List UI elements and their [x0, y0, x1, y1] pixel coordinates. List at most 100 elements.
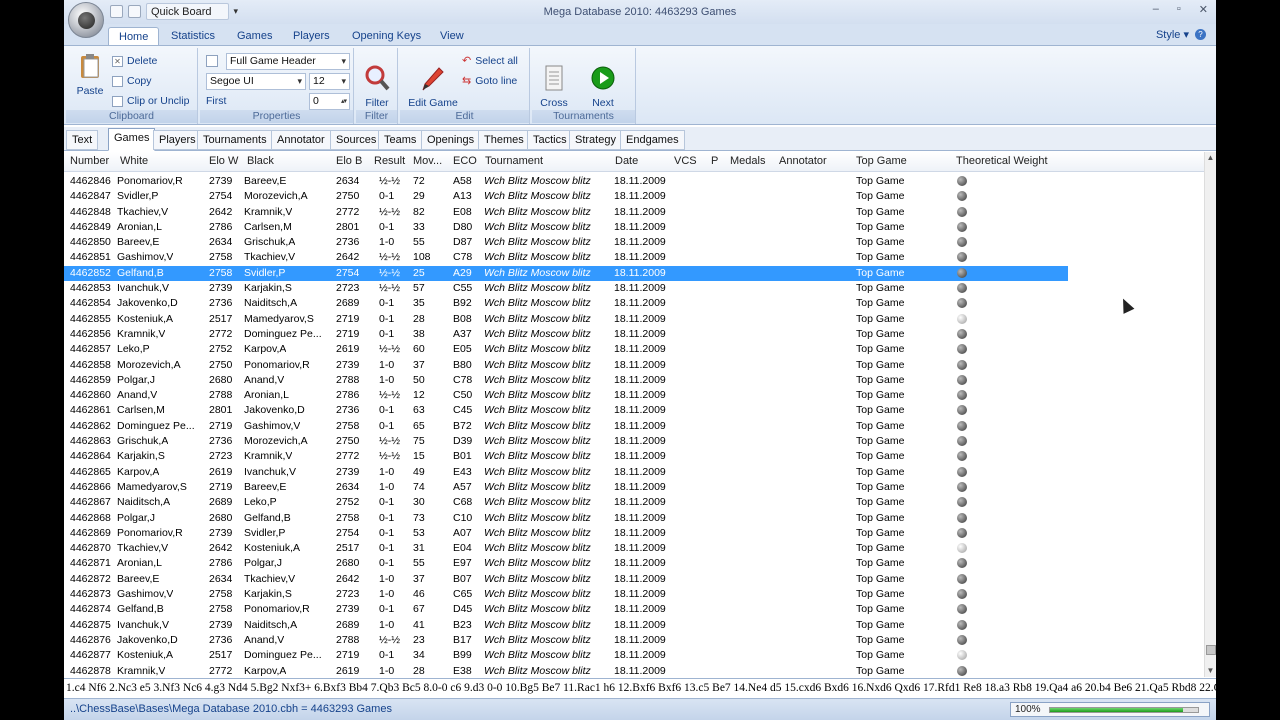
tab-sources[interactable]: Sources	[330, 130, 383, 150]
table-row[interactable]: 4462867 Naiditsch,A 2689 Leko,P 2752 0-1 30 C68…	[64, 495, 1204, 510]
col-vcs[interactable]: VCS	[674, 155, 697, 167]
table-row[interactable]: 4462851 Gashimov,V 2758 Tkachiev,V 2642 ½-½ 10…	[64, 250, 1204, 265]
col-medals[interactable]: Medals	[730, 155, 765, 167]
delete-button[interactable]: ✕ Delete	[112, 53, 157, 69]
table-row[interactable]: 4462855 Kosteniuk,A 2517 Mamedyarov,S 2719 0-…	[64, 312, 1204, 327]
col-result[interactable]: Result	[374, 155, 405, 167]
table-row[interactable]: 4462868 Polgar,J 2680 Gelfand,B 2758 0-1 73 C10…	[64, 511, 1204, 526]
table-row[interactable]: 4462850 Bareev,E 2634 Grischuk,A 2736 1-0 55 D8…	[64, 235, 1204, 250]
game-notation-bar[interactable]: 1.c4 Nf6 2.Nc3 e5 3.Nf3 Nc6 4.g3 Nd4 5.B…	[64, 678, 1216, 698]
table-row[interactable]: 4462846 Ponomariov,R 2739 Bareev,E 2634 ½-½ 72…	[64, 174, 1204, 189]
cell-top-game: Top Game	[856, 373, 905, 386]
tab-annotator[interactable]: Annotator	[271, 130, 331, 150]
cell-date: 18.11.2009	[614, 236, 666, 249]
header-combo[interactable]: Full Game Header	[226, 53, 350, 70]
tab-players[interactable]: Players	[283, 27, 340, 46]
col-tournament[interactable]: Tournament	[485, 155, 543, 167]
table-row[interactable]: 4462847 Svidler,P 2754 Morozevich,A 2750 0-1 2…	[64, 189, 1204, 204]
table-row[interactable]: 4462857 Leko,P 2752 Karpov,A 2619 ½-½ 60 E05 Wch…	[64, 342, 1204, 357]
table-row[interactable]: 4462849 Aronian,L 2786 Carlsen,M 2801 0-1 33 D8…	[64, 220, 1204, 235]
tab-strategy[interactable]: Strategy	[569, 130, 622, 150]
col-top-game[interactable]: Top Game	[856, 155, 907, 167]
clip-unclip-button[interactable]: Clip or Unclip	[112, 93, 189, 109]
col-elo-b[interactable]: Elo B	[336, 155, 362, 167]
table-row[interactable]: 4462856 Kramnik,V 2772 Dominguez Pe... 2719 0…	[64, 327, 1204, 342]
scroll-down-icon[interactable]: ▼	[1205, 665, 1216, 677]
table-row[interactable]: 4462859 Polgar,J 2680 Anand,V 2788 1-0 50 C78 Wc…	[64, 373, 1204, 388]
style-menu[interactable]: Style ▾?	[1156, 28, 1206, 41]
table-row[interactable]: 4462862 Dominguez Pe... 2719 Gashimov,V 2758…	[64, 419, 1204, 434]
col-black[interactable]: Black	[247, 155, 274, 167]
cell-result: 0-1	[379, 496, 395, 509]
table-row[interactable]: 4462869 Ponomariov,R 2739 Svidler,P 2754 0-1 5…	[64, 526, 1204, 541]
col-p[interactable]: P	[711, 155, 718, 167]
col-theoretical-weight[interactable]: Theoretical Weight	[956, 155, 1048, 167]
font-size-combo[interactable]: 12	[309, 73, 350, 90]
maximize-button[interactable]: ▫	[1177, 3, 1181, 16]
tab-home[interactable]: Home	[108, 27, 160, 46]
tab-games[interactable]: Games	[227, 27, 282, 46]
tab-tactics[interactable]: Tactics	[527, 130, 573, 150]
tab-tournaments[interactable]: Tournaments	[197, 130, 273, 150]
cell-tournament: Wch Blitz Moscow blitz	[484, 511, 591, 524]
cell-eco: E97	[453, 557, 472, 570]
table-row[interactable]: 4462870 Tkachiev,V 2642 Kosteniuk,A 2517 0-1 3…	[64, 541, 1204, 556]
zoom-slider[interactable]	[1049, 707, 1199, 713]
table-row[interactable]: 4462866 Mamedyarov,S 2719 Bareev,E 2634 1-0 74…	[64, 480, 1204, 495]
scroll-thumb[interactable]	[1206, 645, 1216, 655]
select-all-button[interactable]: ↶ Select all	[462, 53, 518, 69]
copy-button[interactable]: Copy	[112, 73, 152, 89]
col-date[interactable]: Date	[615, 155, 638, 167]
table-row[interactable]: 4462860 Anand,V 2788 Aronian,L 2786 ½-½ 12 C50 W…	[64, 388, 1204, 403]
table-row[interactable]: 4462871 Aronian,L 2786 Polgar,J 2680 0-1 55 E97…	[64, 556, 1204, 571]
col-moves[interactable]: Mov...	[413, 155, 442, 167]
col-annotator[interactable]: Annotator	[779, 155, 827, 167]
scroll-up-icon[interactable]: ▲	[1205, 152, 1216, 164]
table-row[interactable]: 4462876 Jakovenko,D 2736 Anand,V 2788 ½-½ 23 B1…	[64, 633, 1204, 648]
cell-elo-b: 2752	[336, 496, 360, 509]
table-row[interactable]: 4462872 Bareev,E 2634 Tkachiev,V 2642 1-0 37 B0…	[64, 572, 1204, 587]
minimize-button[interactable]: –	[1153, 3, 1159, 16]
table-row[interactable]: 4462873 Gashimov,V 2758 Karjakin,S 2723 1-0 46…	[64, 587, 1204, 602]
tab-teams[interactable]: Teams	[378, 130, 423, 150]
col-white[interactable]: White	[120, 155, 148, 167]
table-row[interactable]: 4462854 Jakovenko,D 2736 Naiditsch,A 2689 0-1…	[64, 296, 1204, 311]
table-row[interactable]: 4462864 Karjakin,S 2723 Kramnik,V 2772 ½-½ 15 B…	[64, 449, 1204, 464]
vertical-scrollbar[interactable]: ▲ ▼	[1204, 152, 1216, 677]
help-icon[interactable]: ?	[1195, 29, 1206, 40]
first-spinner[interactable]: 0	[309, 93, 350, 110]
table-row[interactable]: 4462863 Grischuk,A 2736 Morozevich,A 2750 ½-½…	[64, 434, 1204, 449]
table-row[interactable]: 4462875 Ivanchuk,V 2739 Naiditsch,A 2689 1-0 4…	[64, 618, 1204, 633]
tab-endgames[interactable]: Endgames	[620, 130, 685, 150]
goto-line-button[interactable]: ⇆ Goto line	[462, 73, 517, 89]
paste-button[interactable]: Paste	[72, 52, 108, 97]
cell-eco: D87	[453, 236, 473, 249]
tab-games-list[interactable]: Games	[108, 128, 156, 151]
table-row[interactable]: 4462852 Gelfand,B 2758 Svidler,P 2754 ½-½ 25 A2…	[64, 265, 1068, 282]
table-row[interactable]: 4462853 Ivanchuk,V 2739 Karjakin,S 2723 ½-½ 57…	[64, 281, 1204, 296]
app-orb-button[interactable]	[68, 2, 104, 38]
table-row[interactable]: 4462848 Tkachiev,V 2642 Kramnik,V 2772 ½-½ 82 E…	[64, 205, 1204, 220]
table-row[interactable]: 4462878 Kramnik,V 2772 Karpov,A 2619 1-0 28 E38…	[64, 664, 1204, 678]
col-elo-w[interactable]: Elo W	[209, 155, 238, 167]
col-eco[interactable]: ECO	[453, 155, 477, 167]
cell-tournament: Wch Blitz Moscow blitz	[484, 266, 591, 279]
table-row[interactable]: 4462874 Gelfand,B 2758 Ponomariov,R 2739 0-1 6…	[64, 602, 1204, 617]
tab-openings[interactable]: Openings	[421, 130, 481, 150]
tab-opening-keys[interactable]: Opening Keys	[342, 27, 431, 46]
tab-view[interactable]: View	[430, 27, 474, 46]
table-row[interactable]: 4462865 Karpov,A 2619 Ivanchuk,V 2739 1-0 49 E4…	[64, 465, 1204, 480]
cell-number: 4462871	[70, 557, 111, 570]
close-button[interactable]: ✕	[1199, 3, 1208, 16]
col-number[interactable]: Number	[70, 155, 109, 167]
table-row[interactable]: 4462877 Kosteniuk,A 2517 Dominguez Pe... 271…	[64, 648, 1204, 663]
table-row[interactable]: 4462858 Morozevich,A 2750 Ponomariov,R 2739 1…	[64, 358, 1204, 373]
tab-text[interactable]: Text	[66, 130, 99, 150]
zoom-control[interactable]: 100%	[1010, 702, 1210, 717]
tab-statistics[interactable]: Statistics	[161, 27, 225, 46]
tab-players-list[interactable]: Players	[153, 130, 202, 150]
table-row[interactable]: 4462861 Carlsen,M 2801 Jakovenko,D 2736 0-1 63…	[64, 403, 1204, 418]
font-combo[interactable]: Segoe UI	[206, 73, 306, 90]
tab-themes[interactable]: Themes	[478, 130, 530, 150]
cell-date: 18.11.2009	[614, 496, 666, 509]
